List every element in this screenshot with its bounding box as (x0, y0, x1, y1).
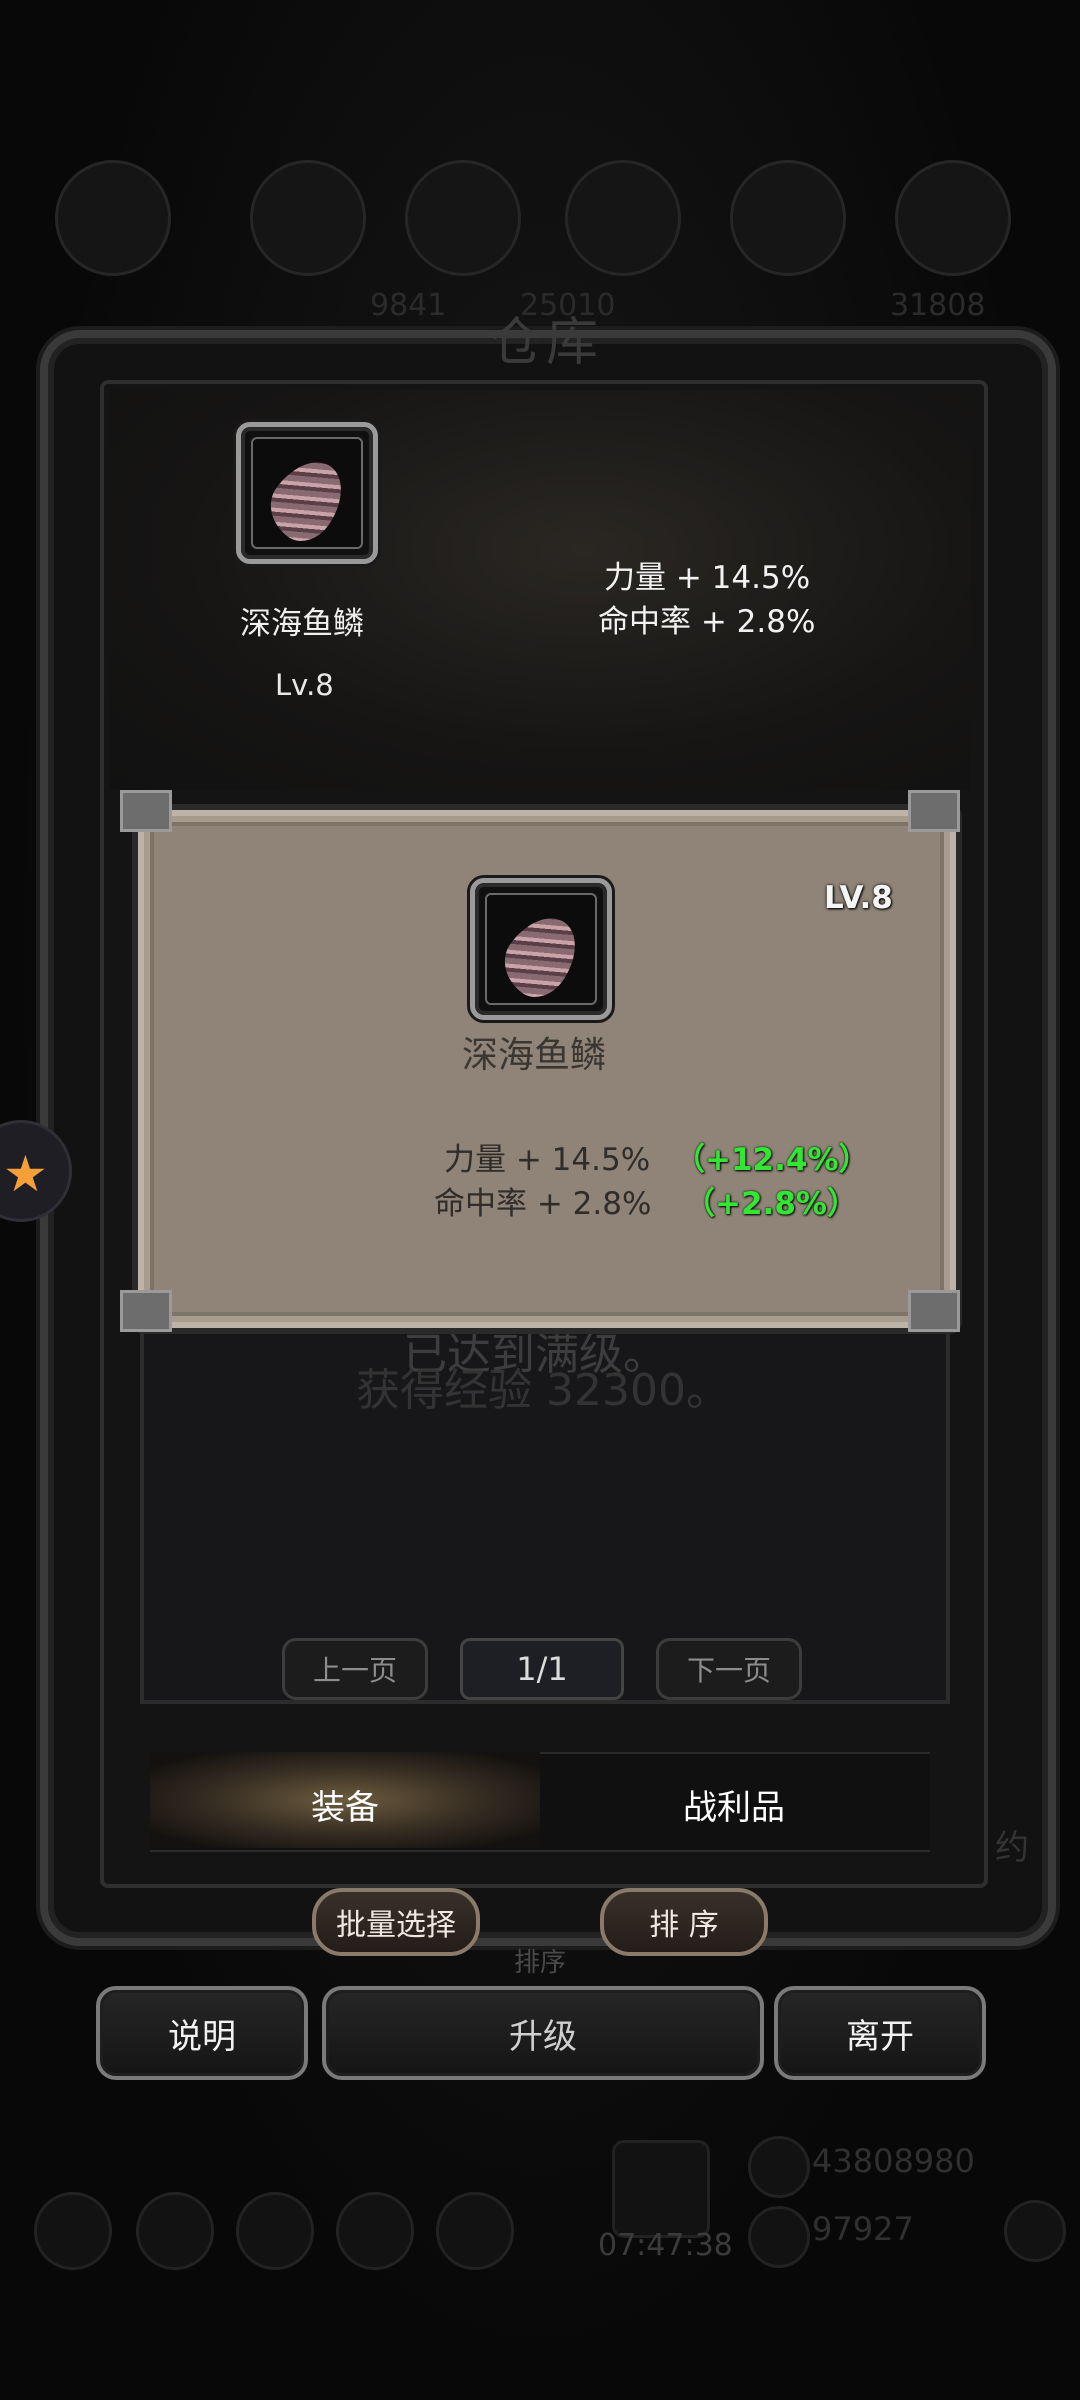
resource-fish-icon (250, 160, 366, 276)
tab-equipment[interactable]: 装备 (311, 1780, 379, 1829)
item-slot[interactable] (236, 422, 378, 564)
card-corner (908, 790, 960, 832)
leave-button[interactable]: 离开 (774, 1986, 986, 2080)
nav-icon (1004, 2200, 1066, 2262)
card-stat-accuracy-bonus: （+2.8%） (684, 1186, 858, 1222)
tab-loot[interactable]: 战利品 (683, 1780, 785, 1829)
upgrade-button[interactable]: 升级 (322, 1986, 764, 2080)
item-name: 深海鱼鳞 (240, 606, 364, 642)
page-indicator: 1/1 (460, 1638, 624, 1700)
nav-icon (34, 2192, 112, 2270)
warehouse-title: 仓库 (490, 313, 603, 373)
nav-icon (436, 2192, 514, 2270)
resource-count: 31808 (890, 288, 986, 323)
background-label: 约 (995, 1828, 1029, 1868)
star-icon: ★ (3, 1145, 48, 1203)
item-card: LV.8 深海鱼鳞 力量 + 14.5% （+12.4%） 命中率 + 2.8%… (138, 810, 956, 1328)
gold-amount: 43808980 (812, 2142, 975, 2180)
fish-scale-icon (257, 448, 357, 552)
card-item-name: 深海鱼鳞 (462, 1035, 607, 1076)
card-corner (120, 790, 172, 832)
resource-chest-icon (895, 160, 1011, 276)
resource-count: 9841 (370, 288, 447, 323)
gold-icon (748, 2136, 810, 2198)
stat-accuracy: 命中率 + 2.8% (598, 604, 816, 640)
next-page-button[interactable]: 下一页 (656, 1638, 802, 1700)
slot-frame (251, 437, 363, 552)
card-stat-strength: 力量 + 14.5% (444, 1142, 651, 1178)
gift-icon (612, 2140, 710, 2238)
sort-button[interactable]: 排 序 (600, 1888, 768, 1956)
help-button[interactable]: 说明 (96, 1986, 308, 2080)
timer: 07:47:38 (598, 2228, 733, 2263)
nav-icon (236, 2192, 314, 2270)
gem-icon (748, 2206, 810, 2268)
avatar-icon (55, 160, 171, 276)
exp-message: 获得经验 32300。 (356, 1365, 730, 1416)
nav-icon (136, 2192, 214, 2270)
card-level: LV.8 (824, 880, 893, 916)
card-corner (120, 1290, 172, 1332)
item-level: Lv.8 (275, 668, 334, 702)
fish-scale-icon (491, 904, 591, 1008)
card-stat-strength-bonus: （+12.4%） (674, 1142, 870, 1178)
resource-ore-icon (565, 160, 681, 276)
nav-icon (336, 2192, 414, 2270)
stat-strength: 力量 + 14.5% (604, 560, 811, 596)
background-sort-label: 排序 (514, 1948, 567, 1978)
resource-crystal-icon (730, 160, 846, 276)
batch-select-button[interactable]: 批量选择 (312, 1888, 480, 1956)
resource-wood-icon (405, 160, 521, 276)
prev-page-button[interactable]: 上一页 (282, 1638, 428, 1700)
card-corner (908, 1290, 960, 1332)
card-stat-accuracy: 命中率 + 2.8% (434, 1186, 652, 1222)
slot-frame (485, 893, 597, 1008)
gem-amount: 97927 (812, 2210, 914, 2248)
card-item-slot (470, 878, 612, 1020)
